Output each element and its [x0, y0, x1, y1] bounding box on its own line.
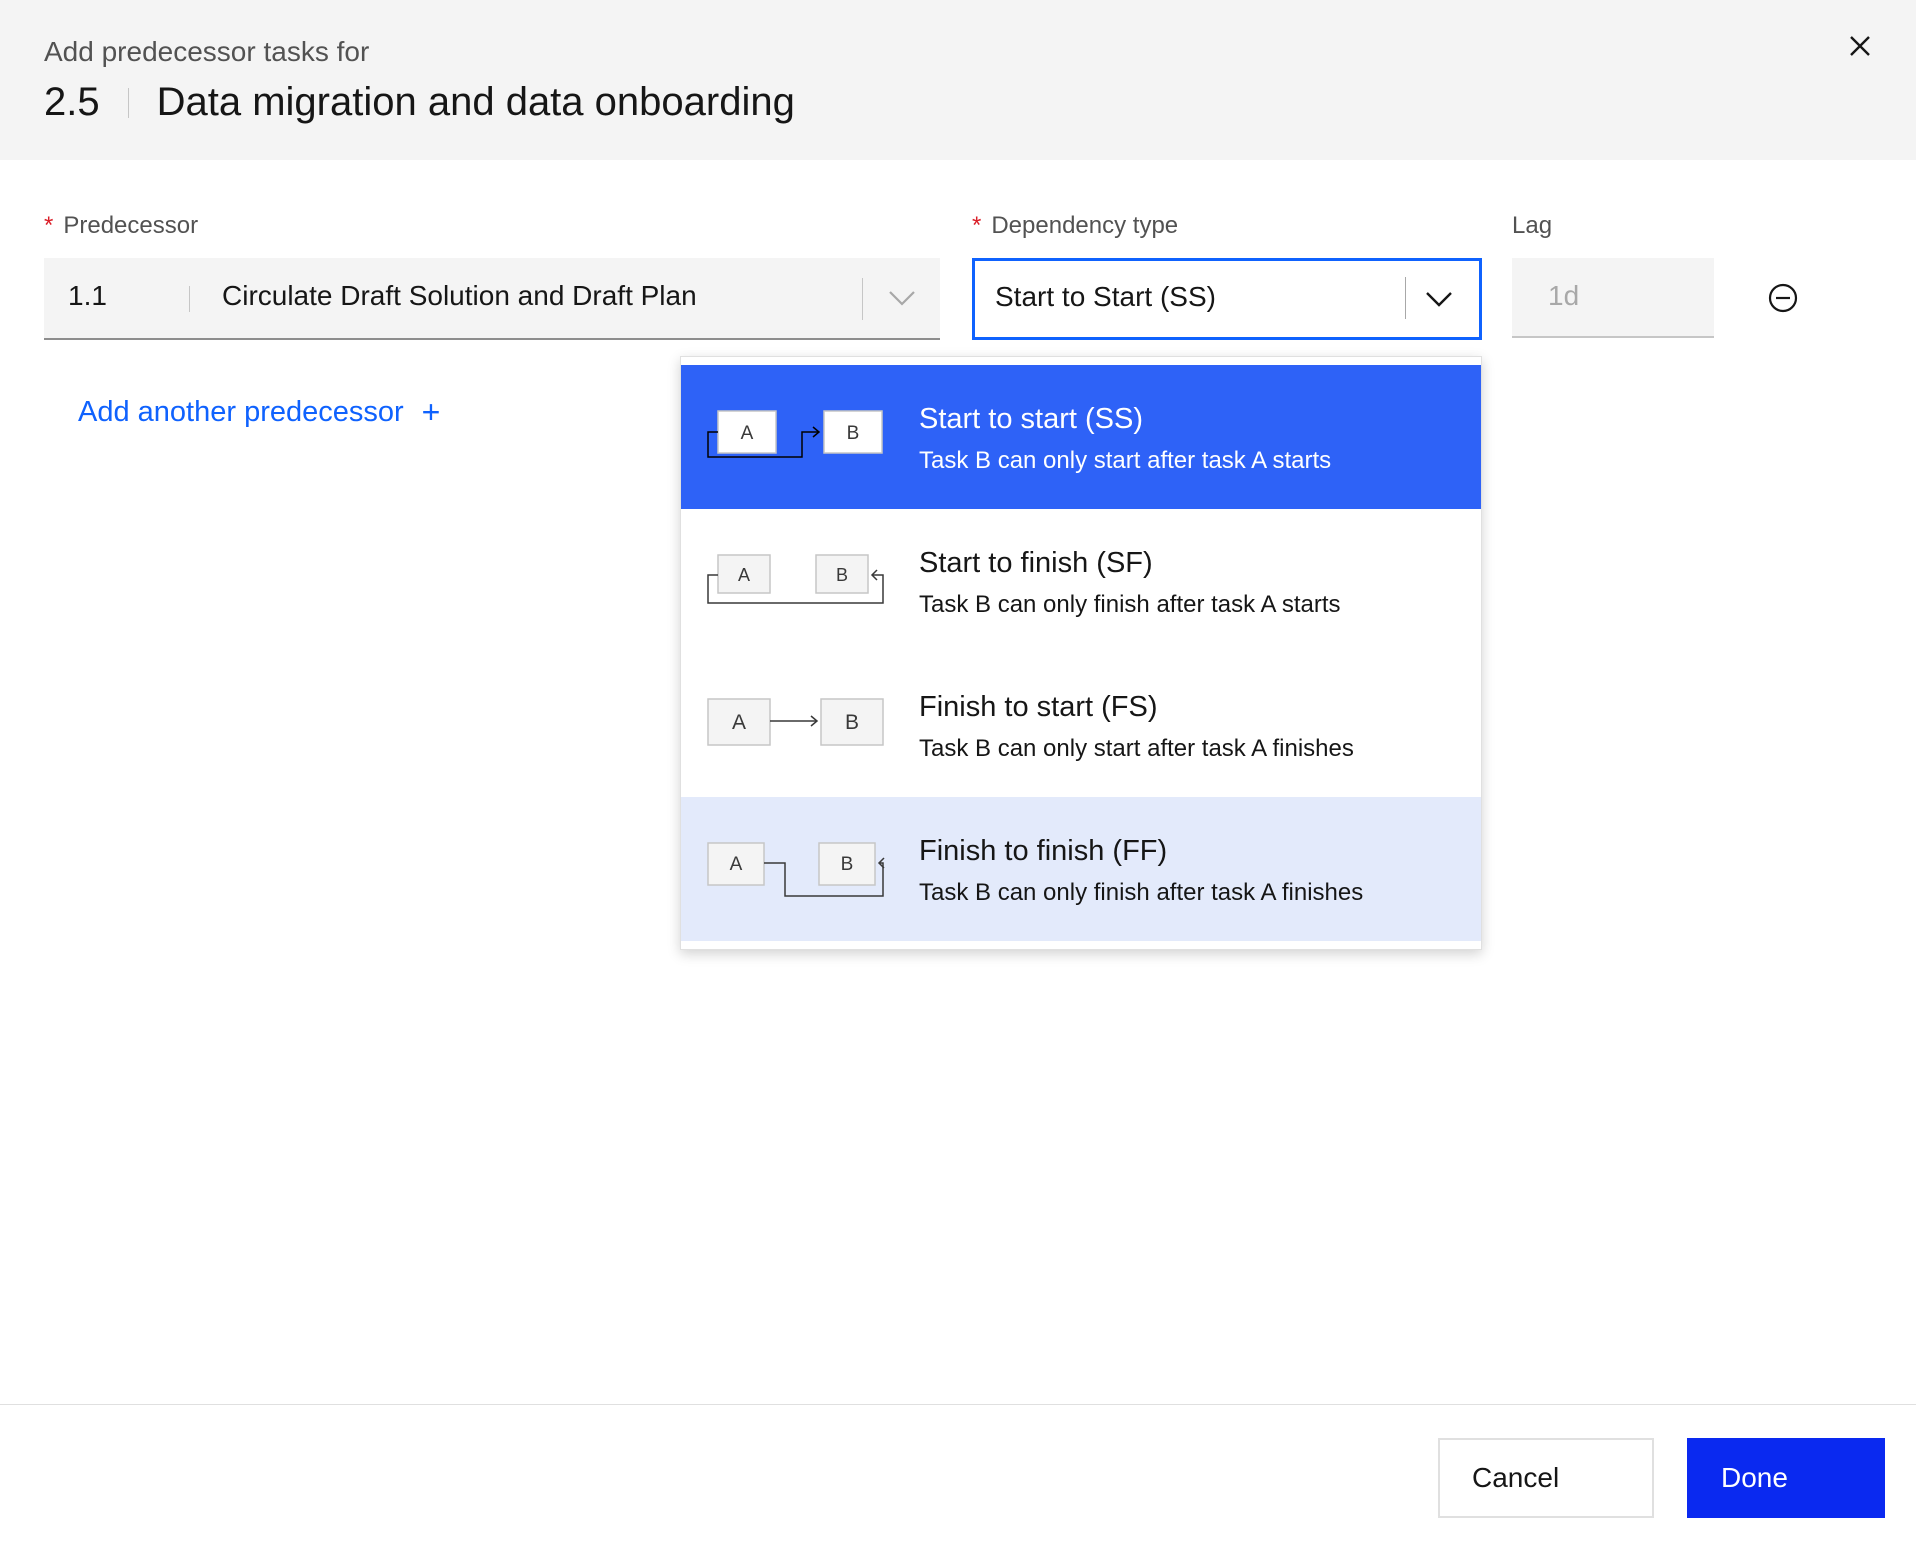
start-to-start-diagram-icon: A B — [707, 410, 883, 458]
box-b-label: B — [847, 423, 860, 444]
box-a-label: A — [730, 854, 743, 875]
option-finish-to-start[interactable]: A B Finish to start (FS) Task B can only… — [681, 653, 1481, 797]
dependency-type-menu: A B Start to start (SS) Task B can only … — [680, 356, 1482, 950]
option-title: Start to start (SS) — [919, 403, 1143, 435]
predecessor-chevron-divider — [862, 278, 863, 320]
task-name: Data migration and data onboarding — [156, 80, 795, 124]
box-b-label: B — [845, 711, 859, 734]
footer-divider — [0, 1404, 1916, 1405]
dependency-chevron-divider — [1405, 277, 1406, 319]
predecessor-label-text: Predecessor — [63, 212, 199, 239]
box-a-label: A — [738, 565, 750, 585]
close-icon[interactable] — [1840, 26, 1880, 66]
box-a-label: A — [732, 711, 746, 734]
modal-title: 2.5 Data migration and data onboarding — [44, 80, 795, 125]
option-description: Task B can only finish after task A star… — [919, 591, 1341, 618]
box-a-label: A — [741, 423, 754, 444]
modal-subtitle: Add predecessor tasks for — [44, 36, 370, 67]
option-description: Task B can only finish after task A fini… — [919, 879, 1364, 906]
done-button[interactable]: Done — [1687, 1438, 1885, 1518]
subtract-circle-icon[interactable] — [1766, 281, 1800, 315]
start-to-finish-diagram-icon: A B — [707, 554, 884, 604]
finish-to-finish-diagram-icon: A B — [707, 842, 885, 897]
predecessor-divider — [189, 286, 190, 312]
option-start-to-start[interactable]: A B Start to start (SS) Task B can only … — [681, 365, 1481, 509]
chevron-down-icon[interactable] — [884, 280, 920, 316]
dependency-type-label: * Dependency type — [972, 212, 1178, 240]
lag-input[interactable]: 1d — [1512, 258, 1714, 338]
required-marker: * — [44, 212, 54, 239]
option-title: Finish to start (FS) — [919, 691, 1158, 723]
box-b-label: B — [841, 854, 854, 875]
required-marker: * — [972, 212, 982, 239]
add-predecessor-text: Add another predecessor — [78, 396, 404, 428]
chevron-down-icon[interactable] — [1421, 281, 1457, 317]
add-icon: + — [421, 394, 441, 430]
title-divider — [127, 87, 129, 118]
option-description: Task B can only start after task A start… — [919, 447, 1332, 474]
task-id: 2.5 — [44, 80, 100, 124]
dependency-type-select[interactable]: Start to Start (SS) — [972, 258, 1482, 340]
option-title: Start to finish (SF) — [919, 547, 1153, 579]
predecessor-combobox[interactable]: 1.1 Circulate Draft Solution and Draft P… — [44, 258, 940, 340]
lag-placeholder: 1d — [1548, 280, 1580, 311]
option-start-to-finish[interactable]: A B Start to finish (SF) Task B can only… — [681, 509, 1481, 653]
dependency-type-value: Start to Start (SS) — [995, 281, 1216, 312]
finish-to-start-diagram-icon: A B — [707, 698, 884, 746]
add-predecessor-link[interactable]: Add another predecessor + — [78, 394, 440, 431]
lag-label: Lag — [1512, 212, 1553, 239]
dependency-type-label-text: Dependency type — [991, 212, 1179, 239]
modal-header: Add predecessor tasks for 2.5 Data migra… — [0, 0, 1916, 160]
box-b-label: B — [836, 565, 848, 585]
predecessor-id: 1.1 — [68, 280, 107, 311]
option-finish-to-finish[interactable]: A B Finish to finish (FF) Task B can onl… — [681, 797, 1481, 941]
predecessor-name: Circulate Draft Solution and Draft Plan — [222, 280, 697, 311]
option-description: Task B can only start after task A finis… — [919, 735, 1354, 762]
predecessor-label: * Predecessor — [44, 212, 198, 240]
option-title: Finish to finish (FF) — [919, 835, 1168, 867]
cancel-button[interactable]: Cancel — [1438, 1438, 1654, 1518]
